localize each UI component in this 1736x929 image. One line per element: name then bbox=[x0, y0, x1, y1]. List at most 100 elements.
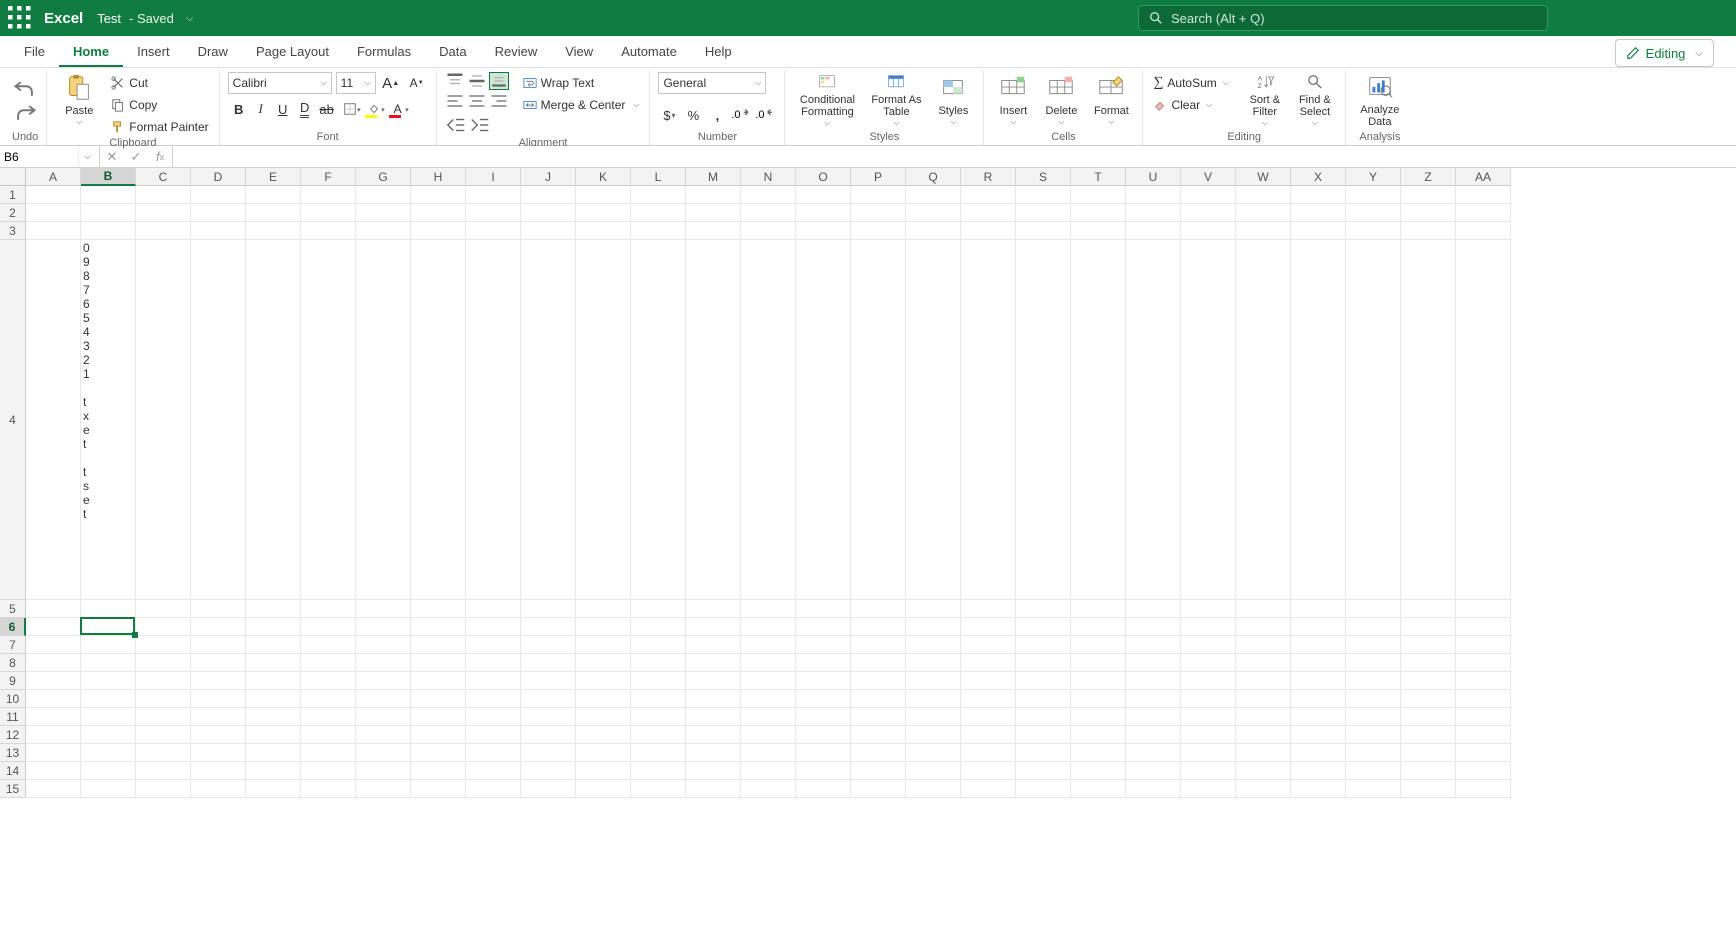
cell[interactable] bbox=[1456, 726, 1511, 744]
cell[interactable] bbox=[26, 618, 81, 636]
row-header[interactable]: 4 bbox=[0, 240, 26, 600]
cancel-formula-button[interactable]: ✕ bbox=[100, 146, 124, 168]
sort-filter-button[interactable]: AZSort & Filter⌵ bbox=[1243, 72, 1287, 128]
cell[interactable] bbox=[356, 186, 411, 204]
cell[interactable] bbox=[686, 744, 741, 762]
cell[interactable] bbox=[301, 672, 356, 690]
cell[interactable] bbox=[906, 780, 961, 798]
cell[interactable] bbox=[246, 762, 301, 780]
cell[interactable] bbox=[961, 780, 1016, 798]
cell[interactable] bbox=[906, 744, 961, 762]
cell[interactable] bbox=[466, 600, 521, 618]
cell[interactable] bbox=[961, 204, 1016, 222]
cell[interactable] bbox=[796, 672, 851, 690]
cell[interactable] bbox=[961, 654, 1016, 672]
cell[interactable] bbox=[851, 672, 906, 690]
cell[interactable] bbox=[26, 780, 81, 798]
cell[interactable] bbox=[686, 708, 741, 726]
cell[interactable] bbox=[1291, 600, 1346, 618]
cell[interactable] bbox=[1401, 186, 1456, 204]
cell[interactable] bbox=[576, 186, 631, 204]
cell[interactable] bbox=[1291, 744, 1346, 762]
cell[interactable] bbox=[246, 618, 301, 636]
column-header[interactable]: C bbox=[136, 168, 191, 186]
strikethrough-button[interactable]: ab bbox=[316, 98, 338, 120]
cell[interactable] bbox=[1236, 780, 1291, 798]
column-header[interactable]: G bbox=[356, 168, 411, 186]
cell[interactable] bbox=[576, 726, 631, 744]
cell[interactable] bbox=[521, 780, 576, 798]
cell[interactable] bbox=[246, 636, 301, 654]
cell[interactable] bbox=[851, 726, 906, 744]
cell[interactable] bbox=[631, 618, 686, 636]
cell[interactable] bbox=[851, 222, 906, 240]
cell[interactable] bbox=[411, 600, 466, 618]
cell[interactable] bbox=[1126, 708, 1181, 726]
cell[interactable] bbox=[1236, 690, 1291, 708]
cell[interactable] bbox=[521, 744, 576, 762]
cell[interactable] bbox=[136, 654, 191, 672]
cell[interactable] bbox=[1346, 654, 1401, 672]
cell[interactable] bbox=[466, 726, 521, 744]
cell[interactable] bbox=[301, 600, 356, 618]
cell[interactable] bbox=[466, 690, 521, 708]
cell[interactable] bbox=[1236, 636, 1291, 654]
cell[interactable] bbox=[1126, 222, 1181, 240]
cell[interactable] bbox=[191, 240, 246, 600]
decrease-decimal-button[interactable]: .0 bbox=[754, 104, 776, 126]
cell[interactable] bbox=[1236, 240, 1291, 600]
cell[interactable] bbox=[1346, 636, 1401, 654]
cell[interactable] bbox=[1456, 654, 1511, 672]
cell[interactable] bbox=[26, 672, 81, 690]
cell[interactable] bbox=[1181, 222, 1236, 240]
cell[interactable] bbox=[631, 708, 686, 726]
cell[interactable] bbox=[576, 636, 631, 654]
cell[interactable] bbox=[411, 186, 466, 204]
cell[interactable] bbox=[466, 240, 521, 600]
cell[interactable] bbox=[411, 240, 466, 600]
cell[interactable] bbox=[191, 186, 246, 204]
cell[interactable] bbox=[1126, 690, 1181, 708]
search-input[interactable] bbox=[1171, 11, 1537, 26]
row-header[interactable]: 9 bbox=[0, 672, 26, 690]
row-header[interactable]: 8 bbox=[0, 654, 26, 672]
cell[interactable] bbox=[631, 744, 686, 762]
cell[interactable] bbox=[136, 240, 191, 600]
cell[interactable] bbox=[191, 618, 246, 636]
column-header[interactable]: Z bbox=[1401, 168, 1456, 186]
column-header[interactable]: O bbox=[796, 168, 851, 186]
cell[interactable] bbox=[1126, 744, 1181, 762]
cell[interactable] bbox=[576, 240, 631, 600]
cell[interactable] bbox=[81, 672, 136, 690]
tab-file[interactable]: File bbox=[10, 38, 59, 67]
align-middle-button[interactable] bbox=[467, 72, 487, 90]
cell[interactable] bbox=[906, 618, 961, 636]
cell[interactable] bbox=[796, 222, 851, 240]
cell[interactable] bbox=[851, 654, 906, 672]
tab-page-layout[interactable]: Page Layout bbox=[242, 38, 343, 67]
cell[interactable] bbox=[1071, 654, 1126, 672]
cell[interactable] bbox=[1456, 636, 1511, 654]
cell[interactable] bbox=[191, 636, 246, 654]
font-name-select[interactable]: Calibri⌵ bbox=[228, 72, 332, 94]
cell[interactable] bbox=[466, 672, 521, 690]
cell[interactable] bbox=[1181, 618, 1236, 636]
cell[interactable] bbox=[851, 240, 906, 600]
row-header[interactable]: 10 bbox=[0, 690, 26, 708]
cell[interactable] bbox=[136, 204, 191, 222]
cell[interactable] bbox=[26, 690, 81, 708]
cell[interactable] bbox=[356, 726, 411, 744]
tab-review[interactable]: Review bbox=[481, 38, 552, 67]
cell[interactable] bbox=[686, 726, 741, 744]
cell[interactable] bbox=[1181, 186, 1236, 204]
cell[interactable] bbox=[1126, 600, 1181, 618]
cell[interactable] bbox=[136, 708, 191, 726]
increase-font-button[interactable]: A▲ bbox=[380, 72, 402, 94]
cell[interactable] bbox=[356, 654, 411, 672]
cell[interactable] bbox=[906, 186, 961, 204]
cell[interactable] bbox=[81, 726, 136, 744]
cell[interactable] bbox=[1401, 726, 1456, 744]
column-header[interactable]: W bbox=[1236, 168, 1291, 186]
cell[interactable] bbox=[1181, 744, 1236, 762]
cell[interactable] bbox=[411, 690, 466, 708]
